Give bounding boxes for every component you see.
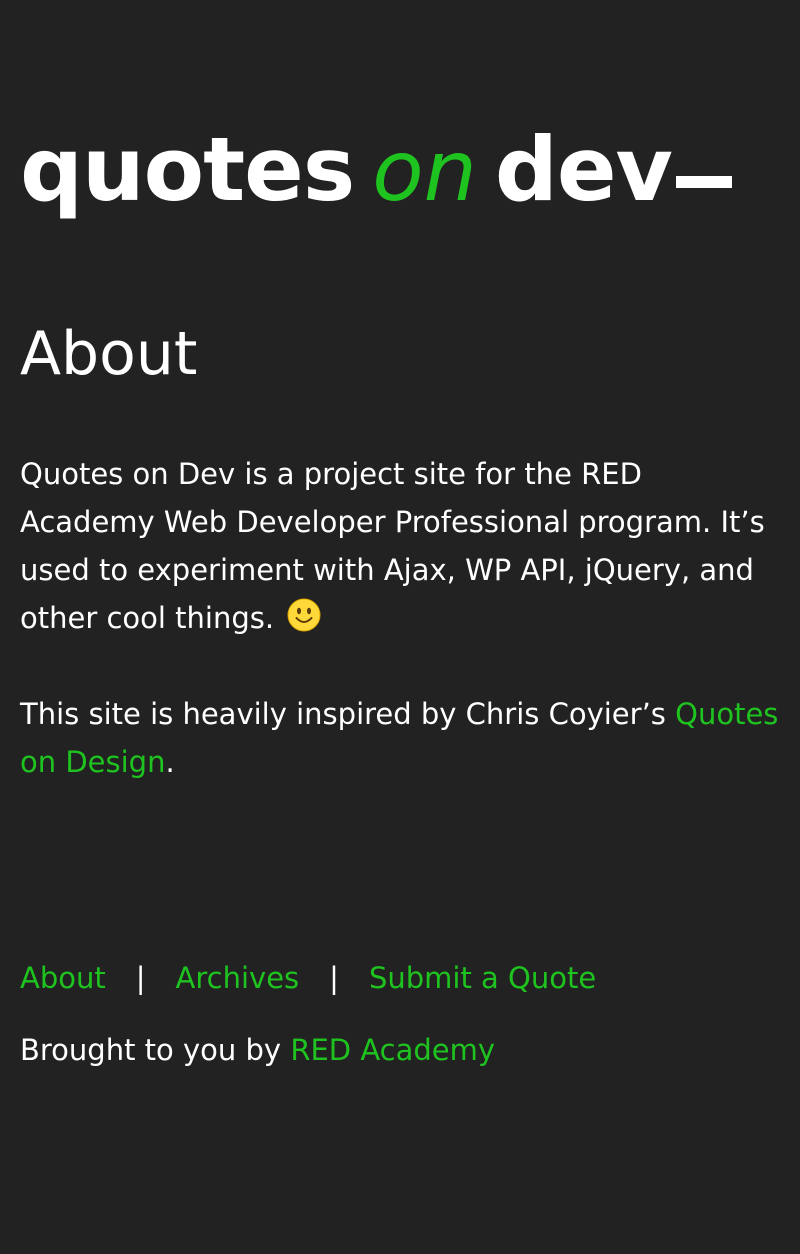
page-title: About (20, 319, 198, 389)
red-academy-link[interactable]: RED Academy (290, 1033, 495, 1067)
about-content: Quotes on Dev is a project site for the … (20, 450, 780, 834)
nav-separator: | (135, 961, 146, 995)
footer-link-submit-quote[interactable]: Submit a Quote (369, 954, 596, 1002)
logo-word-on: on (372, 122, 477, 220)
credit-text: Brought to you by (20, 1033, 291, 1067)
intro-text: Quotes on Dev is a project site for the … (20, 457, 765, 635)
logo-word-quotes: quotes (20, 118, 355, 221)
intro-paragraph: Quotes on Dev is a project site for the … (20, 450, 780, 642)
inspiration-text: This site is heavily inspired by Chris C… (20, 697, 676, 731)
footer-credit: Brought to you by RED Academy (20, 1026, 495, 1074)
site-logo: quotes on dev (20, 104, 732, 214)
footer-link-about[interactable]: About (20, 954, 106, 1002)
smiley-face-icon (287, 598, 321, 632)
logo-word-dev: dev (494, 118, 673, 221)
home-link[interactable]: quotes on dev (20, 126, 732, 214)
logo-cursor (675, 176, 732, 188)
inspiration-period: . (165, 745, 175, 779)
footer-nav: About | Archives | Submit a Quote (20, 954, 596, 1002)
page: quotes on dev About Quotes on Dev is a p… (0, 0, 800, 1254)
nav-separator: | (329, 961, 339, 995)
footer-link-archives[interactable]: Archives (176, 954, 300, 1002)
inspiration-paragraph: This site is heavily inspired by Chris C… (20, 690, 780, 786)
